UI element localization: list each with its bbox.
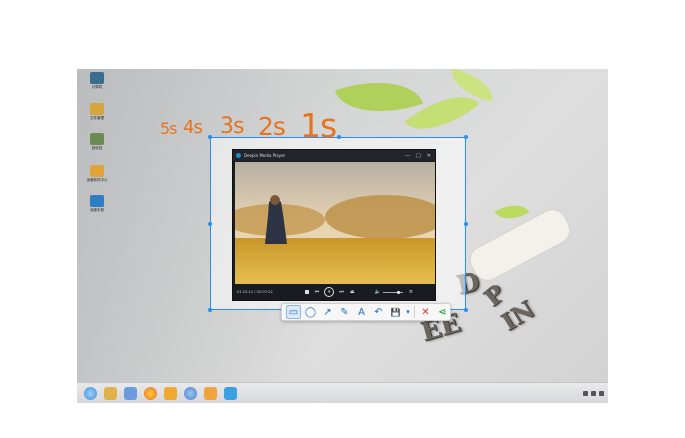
close-button[interactable]: ✕: [427, 153, 431, 159]
undo-button[interactable]: ↶: [371, 305, 386, 319]
desktop-icon-computer[interactable]: 计算机: [86, 72, 108, 94]
volume-icon[interactable]: 🔈: [375, 289, 381, 295]
text-tool-button[interactable]: A: [354, 305, 369, 319]
desktop-icon-file-manager[interactable]: 文件管理: [86, 103, 108, 125]
arrow-tool-button[interactable]: ↗: [320, 305, 335, 319]
resize-handle[interactable]: [464, 135, 468, 139]
trash-icon: [90, 133, 104, 145]
volume-slider[interactable]: [382, 290, 403, 294]
desktop-icon-software-center[interactable]: 深度软件中心: [86, 165, 108, 187]
resize-handle[interactable]: [464, 222, 468, 226]
player-title: Deepin Media Player: [244, 153, 286, 158]
resize-handle[interactable]: [337, 135, 341, 139]
countdown-3s: 3s: [220, 114, 244, 139]
next-icon[interactable]: ⏭: [339, 289, 344, 295]
share-button[interactable]: ⋖: [435, 305, 450, 319]
screenshot-toolbar: ▭ ◯ ↗ ✎ A ↶ 💾 ▾ ✕ ⋖: [281, 303, 451, 321]
desktop-icon-label: 深度软件中心: [86, 178, 108, 182]
media-player-icon[interactable]: [184, 386, 197, 400]
eject-icon[interactable]: ⏏: [350, 289, 355, 295]
desktop-icon-manual[interactable]: 深度手册: [86, 195, 108, 217]
desktop-icon-label: 文件管理: [90, 116, 104, 120]
desktop-icon-label: 深度手册: [90, 208, 104, 212]
power-icon[interactable]: [599, 390, 604, 396]
pencil-tool-button[interactable]: ✎: [337, 305, 352, 319]
save-button[interactable]: 💾: [388, 305, 403, 319]
minimize-button[interactable]: —: [405, 153, 410, 159]
player-controls: 01:22:12 / 02:07:22 ⏮ ⏸ ⏭ ⏏ 🔈 ≡: [233, 284, 435, 300]
system-tray: [583, 390, 604, 396]
window-buttons: — □ ✕: [405, 153, 431, 159]
stop-icon[interactable]: [304, 290, 309, 294]
save-options-chevron-icon[interactable]: ▾: [405, 305, 411, 319]
music-icon[interactable]: [204, 386, 217, 400]
taskbar: [77, 382, 608, 403]
firefox-icon[interactable]: [144, 386, 157, 400]
rectangle-tool-button[interactable]: ▭: [286, 305, 301, 319]
media-player-window[interactable]: Deepin Media Player — □ ✕ 01:22:12 / 02:…: [232, 149, 436, 301]
desktop-icon-label: 回收站: [91, 146, 103, 150]
resize-handle[interactable]: [464, 308, 468, 312]
launcher-icon[interactable]: [84, 386, 97, 400]
volume-icon[interactable]: [591, 390, 596, 396]
volume-slider-knob[interactable]: [396, 290, 400, 294]
computer-icon: [90, 72, 104, 84]
countdown-2s: 2s: [258, 112, 286, 141]
playback-time: 01:22:12 / 02:07:22: [237, 290, 273, 294]
screenshot-icon[interactable]: [224, 386, 237, 400]
desktop-icon-label: 计算机: [91, 85, 103, 89]
network-icon[interactable]: [583, 390, 588, 396]
resize-handle[interactable]: [208, 135, 212, 139]
maximize-button[interactable]: □: [416, 153, 421, 159]
player-titlebar[interactable]: Deepin Media Player — □ ✕: [233, 150, 435, 161]
file-manager-icon[interactable]: [104, 386, 117, 400]
countdown-4s: 4s: [183, 117, 203, 138]
resize-handle[interactable]: [208, 308, 212, 312]
toolbar-divider: [414, 306, 415, 318]
system-settings-icon[interactable]: [124, 386, 137, 400]
folder-icon: [90, 103, 104, 115]
manual-icon: [90, 195, 104, 207]
previous-icon[interactable]: ⏮: [315, 289, 320, 295]
desktop-icon-trash[interactable]: 回收站: [86, 133, 108, 155]
media-player-logo-icon: [236, 153, 241, 158]
resize-handle[interactable]: [208, 222, 212, 226]
ellipse-tool-button[interactable]: ◯: [303, 305, 318, 319]
software-center-icon[interactable]: [164, 386, 177, 400]
software-center-icon: [90, 165, 104, 177]
video-scene: [235, 162, 435, 285]
pause-button[interactable]: ⏸: [324, 287, 335, 297]
cancel-button[interactable]: ✕: [418, 305, 433, 319]
countdown-1s: 1s: [300, 106, 337, 145]
video-frame[interactable]: [235, 162, 435, 285]
countdown-5s: 5s: [160, 119, 177, 138]
playlist-icon[interactable]: ≡: [409, 289, 413, 295]
